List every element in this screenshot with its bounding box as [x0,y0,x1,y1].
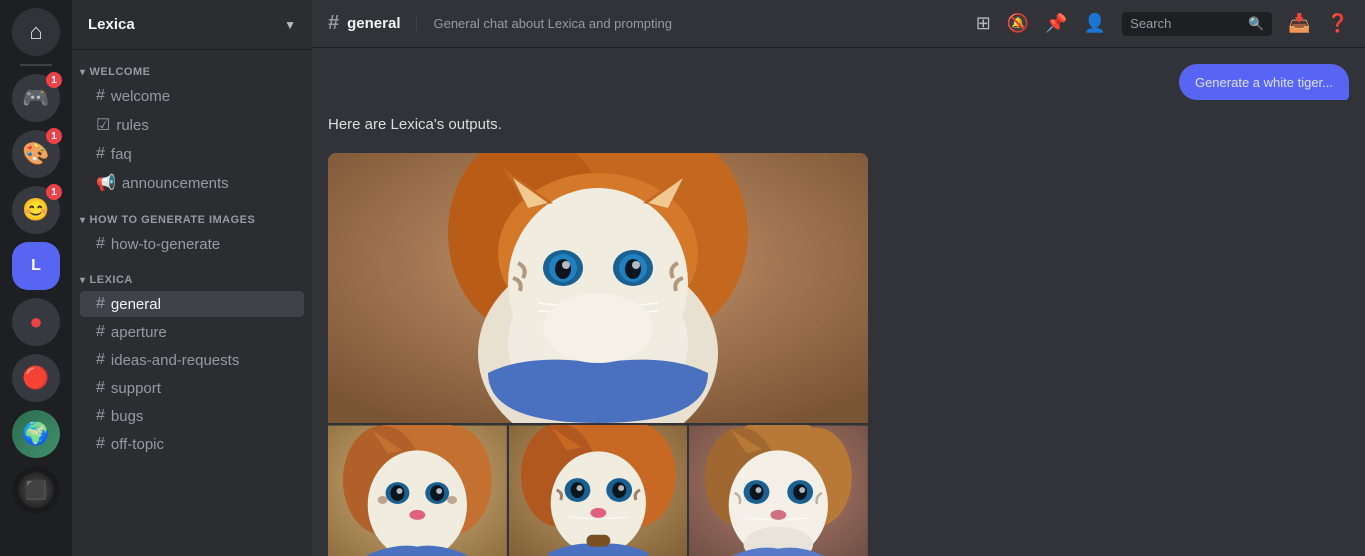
server-icon-7[interactable]: 🌍 [12,410,60,458]
topbar-channel-name: general [347,15,400,32]
server-name-label: Lexica [88,16,135,33]
chat-area: Generate a white tiger... Here are Lexic… [312,48,1365,556]
sidebar: Lexica ▼ ▾ WELCOME # welcome ☑ rules # f… [72,0,312,556]
message-area: Generate a white tiger... Here are Lexic… [328,64,1349,556]
channel-rules[interactable]: ☑ rules [80,111,304,139]
main-cat-image[interactable] [328,153,868,423]
server-icon-8[interactable]: ⬛ [12,466,60,514]
server-icon-2[interactable]: 🎨 1 [12,130,60,178]
channel-announcements-label: announcements [122,175,229,192]
mute-icon[interactable]: 🔕 [1007,13,1029,34]
category-arrow-icon-2: ▾ [80,215,86,226]
channel-faq-label: faq [111,146,132,163]
check-icon: ☑ [96,115,110,135]
thumb-cat-svg-2 [509,425,688,556]
hash-icon-faq: # [96,145,105,163]
server-icon-home[interactable]: ⌂ [12,8,60,56]
category-welcome[interactable]: ▾ WELCOME [72,50,312,82]
category-how-to[interactable]: ▾ HOW TO GENERATE IMAGES [72,198,312,230]
chevron-down-icon: ▼ [284,18,296,32]
channel-how-to-generate[interactable]: # how-to-generate [80,231,304,257]
server-icon-1[interactable]: 🎮 1 [12,74,60,122]
pin-icon[interactable]: 📌 [1045,13,1067,34]
server-icon-6[interactable]: 🔴 [12,354,60,402]
channel-welcome-label: welcome [111,88,170,105]
category-welcome-label: WELCOME [90,66,151,78]
channel-ideas-label: ideas-and-requests [111,352,239,369]
thumb-cat-svg-1 [328,425,507,556]
channel-off-topic[interactable]: # off-topic [80,431,304,457]
channel-general-label: general [111,296,161,313]
members-icon[interactable]: 👤 [1084,13,1106,34]
channel-how-to-generate-label: how-to-generate [111,236,220,253]
search-bar[interactable]: Search 🔍 [1122,12,1272,36]
server-name-header[interactable]: Lexica ▼ [72,0,312,50]
prompt-bubble: Generate a white tiger... [1179,64,1349,100]
hash-icon-bugs: # [96,407,105,425]
thumbnail-2[interactable] [509,425,688,556]
hash-icon: # [96,87,105,105]
topbar: # general General chat about Lexica and … [312,0,1365,48]
server-icon-3[interactable]: 😊 1 [12,186,60,234]
badge-3: 1 [46,184,62,200]
server-divider [20,64,52,66]
channel-aperture-label: aperture [111,324,167,341]
hash-icon-off-topic: # [96,435,105,453]
hash-icon-htg: # [96,235,105,253]
channel-welcome[interactable]: # welcome [80,83,304,109]
category-lexica-label: LEXICA [90,274,133,286]
topbar-actions: ⊞ 🔕 📌 👤 Search 🔍 📥 ❓ [976,12,1349,36]
category-how-to-label: HOW TO GENERATE IMAGES [90,214,256,226]
image-grid [328,153,868,556]
channel-general[interactable]: # general [80,291,304,317]
bot-output-text: Here are Lexica's outputs. [328,116,1349,133]
badge-1: 1 [46,72,62,88]
channel-ideas-and-requests[interactable]: # ideas-and-requests [80,347,304,373]
channel-rules-label: rules [116,117,149,134]
search-placeholder: Search [1130,16,1171,31]
category-lexica[interactable]: ▾ LEXICA [72,258,312,290]
thumbnail-row [328,425,868,556]
hash-icon-aperture: # [96,323,105,341]
server-icon-5[interactable]: ● [12,298,60,346]
channel-support[interactable]: # support [80,375,304,401]
megaphone-icon: 📢 [96,173,116,193]
hash-icon-ideas: # [96,351,105,369]
server-list: ⌂ 🎮 1 🎨 1 😊 1 L ● 🔴 🌍 ⬛ [0,0,72,556]
channel-bugs[interactable]: # bugs [80,403,304,429]
main-cat-svg [328,153,868,423]
channel-aperture[interactable]: # aperture [80,319,304,345]
help-icon[interactable]: ❓ [1327,13,1349,34]
thumb-cat-svg-3 [689,425,868,556]
thumbnail-3[interactable] [689,425,868,556]
topbar-channel-icon: # [328,12,339,35]
channel-faq[interactable]: # faq [80,141,304,167]
thumbnail-1[interactable] [328,425,507,556]
badge-2: 1 [46,128,62,144]
category-arrow-icon: ▾ [80,67,86,78]
channel-announcements[interactable]: 📢 announcements [80,169,304,197]
hash-icon-general: # [96,295,105,313]
channel-bugs-label: bugs [111,408,144,425]
topbar-description: General chat about Lexica and prompting [416,16,672,31]
channel-off-topic-label: off-topic [111,436,164,453]
threads-icon[interactable]: ⊞ [976,13,991,34]
hash-icon-support: # [96,379,105,397]
inbox-icon[interactable]: 📥 [1288,13,1310,34]
main-layout: # general General chat about Lexica and … [312,0,1365,556]
channel-support-label: support [111,380,161,397]
search-icon: 🔍 [1248,16,1264,32]
category-arrow-icon-3: ▾ [80,275,86,286]
topbar-channel-info: # general [328,12,400,35]
server-icon-lexica[interactable]: L [12,242,60,290]
